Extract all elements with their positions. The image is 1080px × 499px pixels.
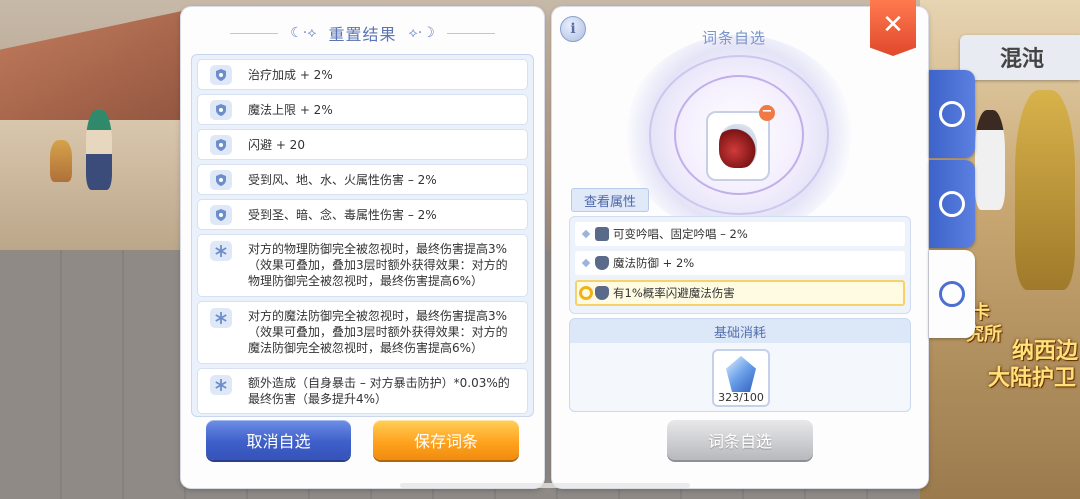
snowflake-icon: [210, 241, 232, 261]
entry-select-button[interactable]: 词条自选: [667, 420, 813, 460]
save-entry-button[interactable]: 保存词条: [373, 420, 519, 460]
divider: [446, 32, 495, 34]
attribute-item: 可变吟唱、固定吟唱 – 2%: [575, 222, 905, 246]
location-sign: 混沌: [960, 35, 1080, 80]
list-item: 受到风、地、水、火属性伤害 – 2%: [197, 164, 528, 195]
reset-result-header: ☾·⟡ 重置结果 ⟡·☽: [181, 21, 544, 45]
reset-result-panel: ☾·⟡ 重置结果 ⟡·☽ 治疗加成 + 2% 魔法上限 + 2% 闪避 + 20…: [181, 7, 544, 488]
entry-select-panel: i 词条自选 − ✕ 查看属性 可变吟唱、固定吟唱 – 2% 魔法防御 + 2%…: [552, 0, 928, 488]
equipment-item-icon: [719, 124, 757, 168]
equipment-slot[interactable]: [706, 111, 770, 181]
list-item: 闪避 + 20: [197, 129, 528, 160]
panel-title: 词条自选: [702, 29, 767, 47]
material-count: 323/100: [718, 391, 764, 404]
divider: [230, 32, 279, 34]
shield-icon: [210, 169, 232, 190]
potion-icon: [939, 101, 965, 127]
shield-icon: [595, 286, 609, 300]
cost-title: 基础消耗: [570, 319, 910, 343]
attribute-text: 可变吟唱、固定吟唱 – 2%: [613, 227, 748, 241]
orb-icon: [939, 191, 965, 217]
npc-character: [50, 140, 72, 182]
list-item: 对方的魔法防御完全被忽视时，最终伤害提高3%（效果可叠加，叠加3层时额外获得效果…: [197, 301, 528, 364]
moon-ornament-icon: ☾·⟡: [290, 25, 317, 41]
attribute-text: 魔法防御 + 2%: [613, 256, 695, 270]
list-item: 治疗加成 + 2%: [197, 59, 528, 90]
side-tab-potion[interactable]: [929, 70, 975, 158]
list-item: 受到圣、暗、念、毒属性伤害 – 2%: [197, 199, 528, 230]
info-button[interactable]: i: [560, 16, 586, 42]
sign-text: 混沌: [1000, 47, 1045, 72]
home-indicator: [400, 483, 690, 488]
list-item-text: 受到风、地、水、火属性伤害 – 2%: [248, 172, 437, 187]
attribute-list: 可变吟唱、固定吟唱 – 2% 魔法防御 + 2% 有1%概率闪避魔法伤害: [569, 216, 911, 314]
attribute-text: 有1%概率闪避魔法伤害: [613, 286, 735, 300]
moon-ornament-icon: ⟡·☽: [408, 25, 435, 41]
crystal-icon: [726, 356, 756, 392]
attribute-item-highlighted: 有1%概率闪避魔法伤害: [575, 280, 905, 306]
bullet-icon: [581, 229, 591, 239]
list-item-text: 对方的物理防御完全被忽视时，最终伤害提高3%（效果可叠加，叠加3层时额外获得效果…: [248, 242, 508, 288]
wand-icon: [595, 227, 609, 241]
close-button[interactable]: ✕: [870, 0, 916, 56]
npc-character: [975, 110, 1005, 210]
snowflake-icon: [210, 308, 232, 328]
shield-icon: [210, 99, 232, 120]
shield-icon: [210, 64, 232, 85]
list-item-text: 闪避 + 20: [248, 137, 305, 152]
material-slot[interactable]: 323/100: [712, 349, 770, 407]
refine-icon: [939, 281, 965, 307]
refresh-ring-icon: [579, 286, 593, 300]
npc-character: [86, 110, 112, 190]
list-item: 对方的物理防御完全被忽视时，最终伤害提高3%（效果可叠加，叠加3层时额外获得效果…: [197, 234, 528, 297]
shield-icon: [595, 256, 609, 270]
shield-icon: [210, 134, 232, 155]
base-cost-box: 基础消耗 323/100: [569, 318, 911, 412]
remove-item-button[interactable]: −: [759, 105, 775, 121]
list-item-text: 受到圣、暗、念、毒属性伤害 – 2%: [248, 207, 437, 222]
attribute-item: 魔法防御 + 2%: [575, 251, 905, 275]
list-item: 魔法上限 + 2%: [197, 94, 528, 125]
list-item-text: 魔法上限 + 2%: [248, 102, 333, 117]
panel-title: 重置结果: [328, 25, 397, 44]
cancel-selection-button[interactable]: 取消自选: [206, 420, 351, 460]
view-attributes-tab[interactable]: 查看属性: [571, 188, 649, 212]
golden-knight-character: [1015, 90, 1075, 290]
list-item-text: 对方的魔法防御完全被忽视时，最终伤害提高3%（效果可叠加，叠加3层时额外获得效果…: [248, 309, 508, 355]
bullet-icon: [581, 258, 591, 268]
side-tab-refine[interactable]: [929, 250, 975, 338]
scene-text: 大陆护卫: [988, 366, 1077, 391]
snowflake-icon: [210, 375, 232, 395]
list-item-text: 额外造成（自身暴击 – 对方暴击防护）*0.03%的最终伤害（最多提升4%）: [248, 376, 510, 406]
side-tab-orb[interactable]: [929, 160, 975, 248]
shield-icon: [210, 204, 232, 225]
result-list[interactable]: 治疗加成 + 2% 魔法上限 + 2% 闪避 + 20 受到风、地、水、火属性伤…: [191, 54, 534, 417]
list-item: 额外造成（自身暴击 – 对方暴击防护）*0.03%的最终伤害（最多提升4%）: [197, 368, 528, 414]
list-item-text: 治疗加成 + 2%: [248, 67, 333, 82]
